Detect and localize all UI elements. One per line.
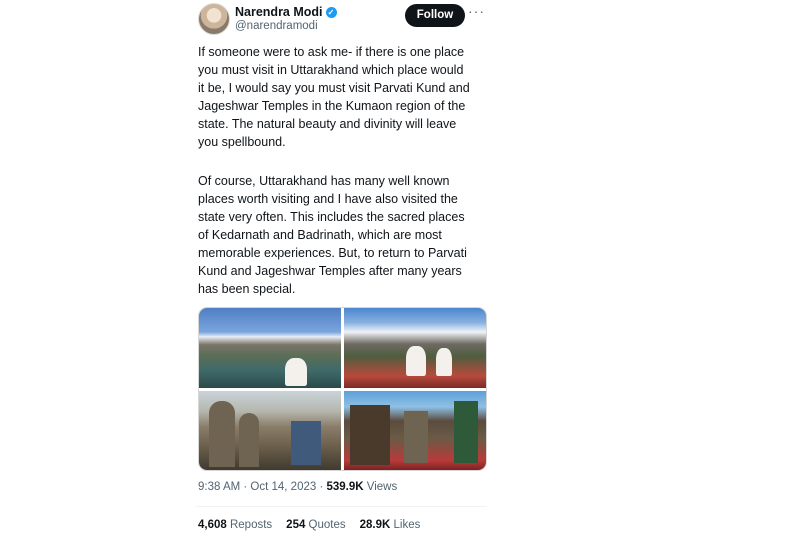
tweet-text-paragraph-2: Of course, Uttarakhand has many well kno… xyxy=(198,172,467,298)
tweet-text-line: state. The natural beauty and divinity w… xyxy=(198,117,457,131)
temple-tower xyxy=(209,401,235,467)
views-label: Views xyxy=(363,481,398,493)
tweet-text-line: If someone were to ask me- if there is o… xyxy=(198,45,465,59)
photo-temple-visit[interactable] xyxy=(344,391,486,470)
avatar[interactable] xyxy=(198,3,230,35)
tree xyxy=(454,401,478,463)
likes-stat[interactable]: 28.9K Likes xyxy=(360,519,421,531)
tweet-text-line: Kund and Jageshwar Temples after many ye… xyxy=(198,264,462,278)
timestamp[interactable]: 9:38 AM · Oct 14, 2023 · xyxy=(198,481,326,493)
tweet-text-line: places worth visiting and I have also vi… xyxy=(198,192,458,206)
tweet-text-line: you must visit in Uttarakhand which plac… xyxy=(198,63,464,77)
photo-prayer-ceremony[interactable] xyxy=(344,308,486,388)
quotes-stat[interactable]: 254 Quotes xyxy=(286,519,345,531)
temple-tower xyxy=(404,411,428,463)
tweet-meta: 9:38 AM · Oct 14, 2023 · 539.9K Views xyxy=(198,481,397,493)
tweet-card: Narendra Modi ✓ @narendramodi Follow ··· … xyxy=(196,0,491,533)
tweet-text-line: Jageshwar Temples in the Kumaon region o… xyxy=(198,99,466,113)
engagement-stats: 4,608 Reposts 254 Quotes 28.9K Likes xyxy=(198,519,434,531)
tweet-text-line: it be, I would say you must visit Parvat… xyxy=(198,81,470,95)
reposts-count: 4,608 xyxy=(198,519,227,531)
tweet-header: Narendra Modi ✓ @narendramodi Follow ··· xyxy=(196,0,491,40)
person-figure xyxy=(406,346,426,376)
more-options-icon[interactable]: ··· xyxy=(468,3,485,19)
likes-count: 28.9K xyxy=(359,519,391,531)
temple-tower xyxy=(350,405,390,465)
tweet-text-line: you spellbound. xyxy=(198,135,286,149)
divider xyxy=(196,506,487,507)
person-figure xyxy=(285,358,307,386)
tweet-text-line: Of course, Uttarakhand has many well kno… xyxy=(198,174,450,188)
quotes-label: Quotes xyxy=(305,519,346,531)
follow-button[interactable]: Follow xyxy=(405,4,465,27)
reposts-stat[interactable]: 4,608 Reposts xyxy=(198,519,272,531)
photo-parvati-kund-lake[interactable] xyxy=(199,308,341,388)
tweet-text-line: state very often. This includes the sacr… xyxy=(198,210,465,224)
likes-label: Likes xyxy=(390,519,421,531)
temple-tower xyxy=(239,413,259,467)
temple-tower xyxy=(291,421,321,465)
tweet-text-line: has been special. xyxy=(198,282,296,296)
author-name-row[interactable]: Narendra Modi ✓ xyxy=(235,5,337,19)
photo-grid xyxy=(198,307,487,471)
tweet-text-paragraph-1: If someone were to ask me- if there is o… xyxy=(198,43,470,151)
photo-jageshwar-temples[interactable] xyxy=(199,391,341,470)
person-figure xyxy=(436,348,452,376)
reposts-label: Reposts xyxy=(226,519,273,531)
author-handle[interactable]: @narendramodi xyxy=(235,20,318,32)
quotes-count: 254 xyxy=(286,519,306,531)
tweet-text-line: of Kedarnath and Badrinath, which are mo… xyxy=(198,228,442,242)
verified-badge-icon: ✓ xyxy=(325,7,337,18)
views-count: 539.9K xyxy=(326,481,364,493)
tweet-text-line: memorable experiences. But, to return to… xyxy=(198,246,467,260)
author-name[interactable]: Narendra Modi xyxy=(235,5,323,19)
